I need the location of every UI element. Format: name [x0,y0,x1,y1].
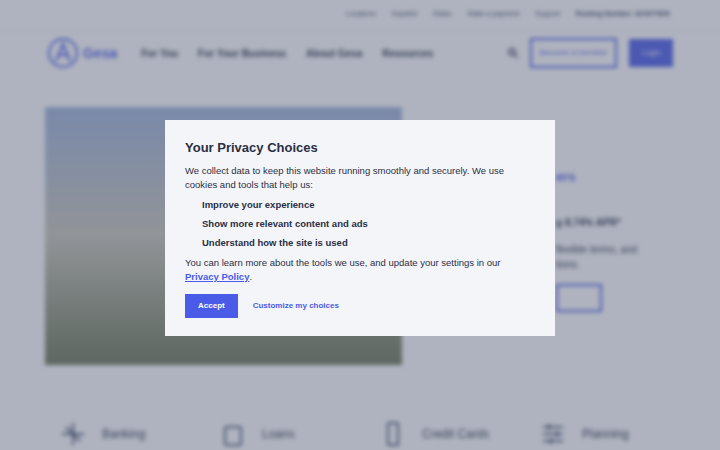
customize-button[interactable]: Customize my choices [253,300,339,312]
privacy-dialog: Your Privacy Choices We collect data to k… [165,120,555,336]
page: LocationsEspañolRatesMake a paymentSuppo… [0,0,720,450]
privacy-policy-link[interactable]: Privacy Policy [185,271,249,282]
purpose-item: Improve your experience [202,198,535,212]
dialog-intro: We collect data to keep this website run… [185,164,535,192]
purpose-item: Show more relevant content and ads [202,217,535,231]
dialog-title: Your Privacy Choices [185,138,535,158]
dialog-outro: You can learn more about the tools we us… [185,256,535,284]
accept-button[interactable]: Accept [185,294,238,318]
purpose-item: Understand how the site is used [202,236,535,250]
purpose-list: Improve your experience Show more relevan… [185,198,535,250]
